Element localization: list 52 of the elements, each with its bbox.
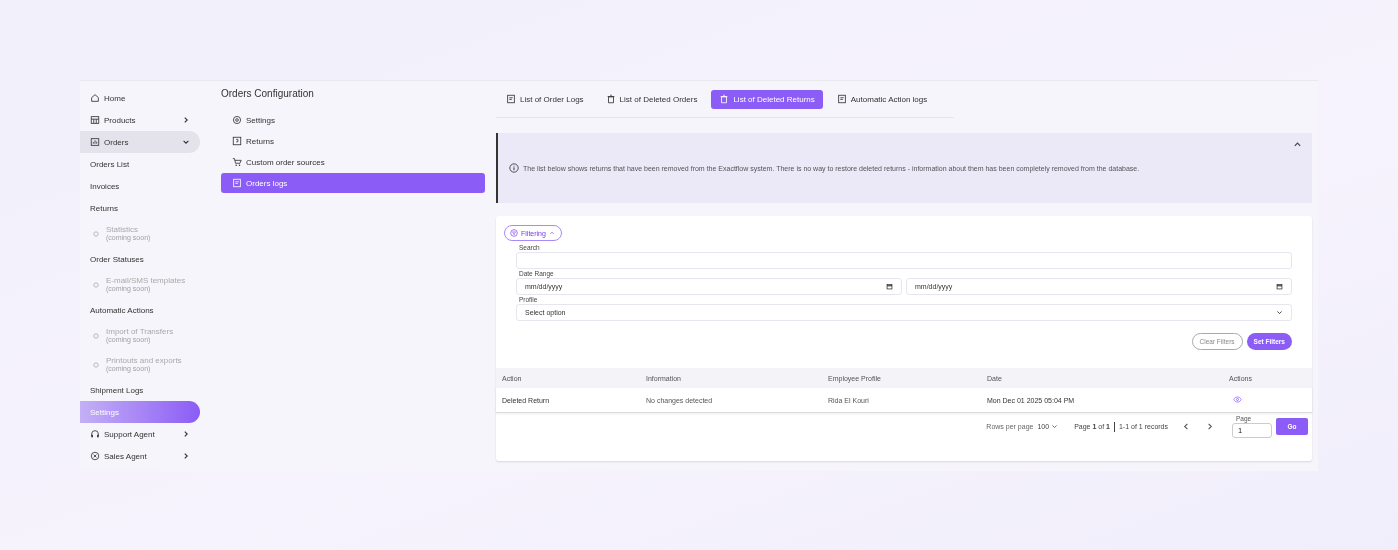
home-icon <box>90 93 100 103</box>
chart-icon <box>90 137 100 147</box>
sidebar-item[interactable]: Automatic Actions <box>80 299 200 321</box>
document-icon <box>836 94 847 104</box>
previous-page-icon[interactable] <box>1182 422 1191 431</box>
menu-item[interactable]: Orders logs <box>221 173 485 193</box>
section-title: Orders Configuration <box>221 88 315 101</box>
chevron-right-icon <box>182 116 190 124</box>
document-icon <box>506 94 516 104</box>
sidebar-item[interactable]: Home <box>80 87 200 109</box>
menu-item[interactable]: Custom order sources <box>221 152 485 172</box>
sidebar-item[interactable]: Orders <box>80 131 200 153</box>
circle-icon <box>93 230 99 237</box>
search-field[interactable] <box>516 252 1292 269</box>
calendar-icon <box>1276 283 1283 290</box>
sidebar-item[interactable]: Shipment Logs <box>80 379 200 401</box>
info-icon <box>509 163 519 173</box>
filter-icon <box>510 229 518 237</box>
caret-up-icon <box>548 230 555 236</box>
document-icon <box>232 178 242 188</box>
circle-icon <box>93 361 99 368</box>
tab[interactable]: List of Deleted Returns <box>711 89 823 109</box>
tab[interactable]: Automatic Action logs <box>828 89 936 109</box>
sidebar-item[interactable]: Support Agent <box>80 423 200 445</box>
sidebar-item[interactable]: Sales Agent <box>80 445 200 467</box>
chevron-right-icon <box>182 452 190 460</box>
circle-icon <box>93 281 99 288</box>
menu-item[interactable]: Settings <box>221 110 485 130</box>
menu-item[interactable]: Returns <box>221 131 485 151</box>
grid-icon <box>90 115 100 125</box>
headset-icon <box>90 429 100 439</box>
next-page-icon[interactable] <box>1205 422 1214 431</box>
sidebar-item[interactable]: Orders List <box>80 153 200 175</box>
calendar-icon <box>886 283 893 290</box>
box-icon <box>232 136 242 146</box>
trash-icon <box>605 94 616 104</box>
chevron-down-icon <box>1051 423 1059 430</box>
chevron-up-icon[interactable] <box>1293 140 1302 149</box>
circle-icon <box>93 332 99 339</box>
sidebar-item[interactable]: Order Statuses <box>80 248 200 270</box>
cart-icon <box>232 157 242 167</box>
trash-icon <box>719 94 730 104</box>
sidebar-item[interactable]: Invoices <box>80 175 200 197</box>
tab[interactable]: List of Deleted Orders <box>597 89 706 109</box>
chevron-right-icon <box>182 430 190 438</box>
chevron-down-icon <box>182 138 190 146</box>
chevron-down-icon <box>1276 309 1283 316</box>
sidebar-item[interactable]: Products <box>80 109 200 131</box>
close-circle-icon <box>90 451 100 461</box>
sidebar-item[interactable]: Returns <box>80 197 200 219</box>
settings-icon <box>232 115 242 125</box>
tab[interactable]: List of Order Logs <box>498 89 592 109</box>
